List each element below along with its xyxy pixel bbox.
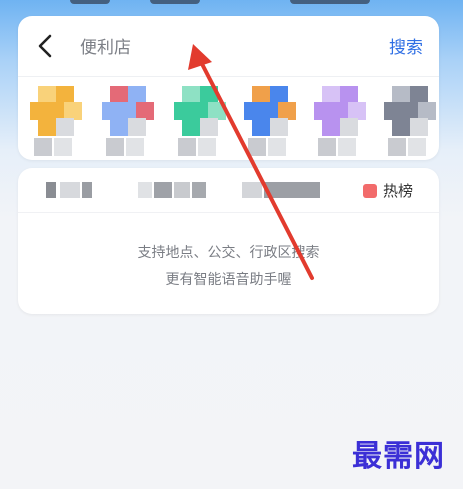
category-icon-pixel — [408, 138, 426, 156]
back-arrow-icon[interactable] — [34, 32, 58, 60]
category-icon-pixel — [268, 138, 286, 156]
category-icon-pixel — [410, 118, 428, 136]
category-icon-pixel — [178, 138, 196, 156]
category-icon-pixel — [340, 118, 358, 136]
category-icon-pixel — [318, 138, 336, 156]
search-panel: 搜索 — [18, 16, 439, 160]
category-shortcut[interactable] — [30, 86, 82, 156]
category-icon-pixel — [322, 118, 340, 136]
category-shortcuts — [18, 84, 439, 160]
search-button[interactable]: 搜索 — [389, 33, 423, 58]
category-shortcut[interactable] — [174, 86, 226, 156]
category-icon-pixel — [128, 118, 146, 136]
category-shortcut[interactable] — [244, 86, 296, 156]
hot-search-row: 热榜 — [18, 168, 439, 213]
category-icon-pixel — [198, 138, 216, 156]
hot-list-panel: 热榜 支持地点、公交、行政区搜索 更有智能语音助手喔 — [18, 168, 439, 314]
category-icon-pixel — [338, 138, 356, 156]
category-icon-pixel — [200, 118, 218, 136]
hot-search-item[interactable] — [46, 182, 94, 198]
category-icon-pixel — [270, 118, 288, 136]
category-icon-pixel — [182, 118, 200, 136]
category-icon-pixel — [54, 138, 72, 156]
category-icon-pixel — [110, 118, 128, 136]
category-icon-pixel — [126, 138, 144, 156]
hot-rank-label: 热榜 — [382, 182, 413, 200]
category-icon-pixel — [388, 138, 406, 156]
category-icon-pixel — [252, 118, 270, 136]
watermark-logo: 最需网 — [352, 439, 445, 474]
category-shortcut[interactable] — [314, 86, 366, 156]
hot-rank-link[interactable]: 热榜 — [362, 180, 413, 201]
category-shortcut[interactable] — [102, 86, 154, 156]
hot-search-item[interactable] — [242, 182, 322, 198]
status-time — [70, 0, 110, 4]
category-icon-pixel — [248, 138, 266, 156]
status-system-icons — [290, 0, 370, 4]
status-notification-icons — [150, 0, 200, 4]
hot-search-item[interactable] — [138, 182, 208, 198]
category-icon-pixel — [392, 118, 410, 136]
category-icon-pixel — [34, 138, 52, 156]
search-bar: 搜索 — [18, 16, 439, 77]
category-icon-pixel — [56, 118, 74, 136]
search-hint-line-1: 支持地点、公交、行政区搜索 — [137, 245, 320, 261]
search-hint-line-2: 更有智能语音助手喔 — [165, 272, 292, 288]
category-icon-pixel — [106, 138, 124, 156]
category-icon-pixel — [38, 118, 56, 136]
status-bar — [0, 0, 463, 10]
search-input[interactable] — [78, 34, 372, 62]
hot-rank-icon — [362, 183, 377, 198]
category-shortcut[interactable] — [384, 86, 436, 156]
